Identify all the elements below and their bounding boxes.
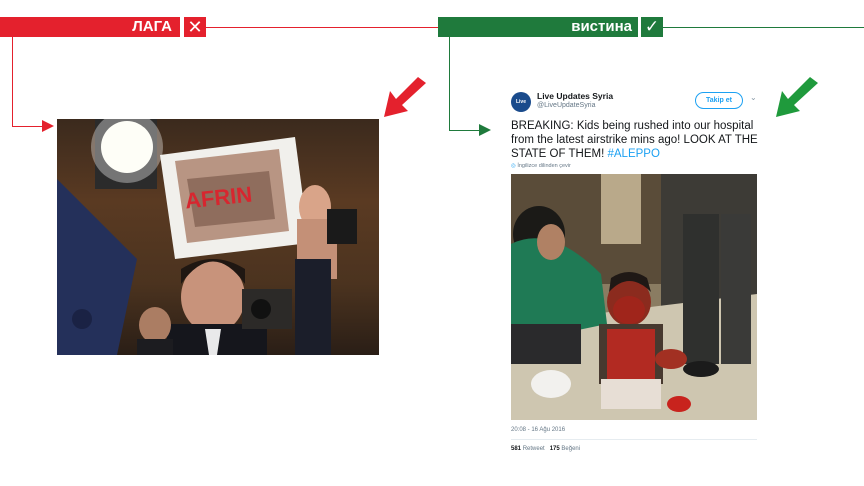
fake-photo: AFRIN: [57, 119, 379, 355]
globe-icon: ◎: [511, 163, 516, 169]
green-pointer-arrowhead: [479, 124, 491, 136]
red-big-arrow-icon: [384, 77, 426, 117]
green-connector-horizontal: [663, 27, 864, 28]
follow-button[interactable]: Takip et: [695, 92, 743, 109]
red-pointer-arrowhead: [42, 120, 54, 132]
retweet-label[interactable]: Retweet: [523, 446, 545, 452]
hashtag-link[interactable]: #ALEPPO: [607, 148, 659, 160]
green-connector-vertical: [449, 37, 450, 130]
red-connector-horizontal-lower: [12, 126, 46, 127]
red-connector-horizontal: [206, 27, 439, 28]
tweet-text: BREAKING: Kids being rushed into our hos…: [511, 119, 761, 161]
checkmark-icon: ✓: [641, 17, 663, 37]
account-avatar[interactable]: Live Updates: [511, 92, 531, 125]
like-label[interactable]: Beğeni: [561, 446, 580, 452]
account-handle[interactable]: @LiveUpdateSyria: [537, 102, 595, 109]
translate-label: İngilizce dilinden çevir: [517, 163, 571, 169]
retweet-count[interactable]: 581: [511, 446, 521, 452]
tweet-photo[interactable]: [511, 174, 757, 420]
truth-label: вистина: [438, 17, 638, 37]
tweet-timestamp[interactable]: 20:08 - 16 Ağu 2016: [511, 427, 565, 433]
translate-link[interactable]: ◎ İngilizce dilinden çevir: [511, 163, 571, 169]
stats-divider: [511, 439, 757, 440]
chevron-down-icon[interactable]: ⌄: [750, 93, 757, 102]
green-connector-horizontal-lower: [449, 130, 483, 131]
cross-icon: ✕: [184, 17, 206, 37]
tweet-stats: 581 Retweet 175 Beğeni: [511, 446, 580, 452]
like-count[interactable]: 175: [550, 446, 560, 452]
red-connector-vertical: [12, 37, 13, 126]
tweet-card: Live Updates Live Updates Syria @LiveUpd…: [497, 80, 771, 466]
green-big-arrow-icon: [776, 77, 818, 117]
lie-label: ЛАГА: [0, 17, 180, 37]
account-name[interactable]: Live Updates Syria: [537, 91, 613, 101]
